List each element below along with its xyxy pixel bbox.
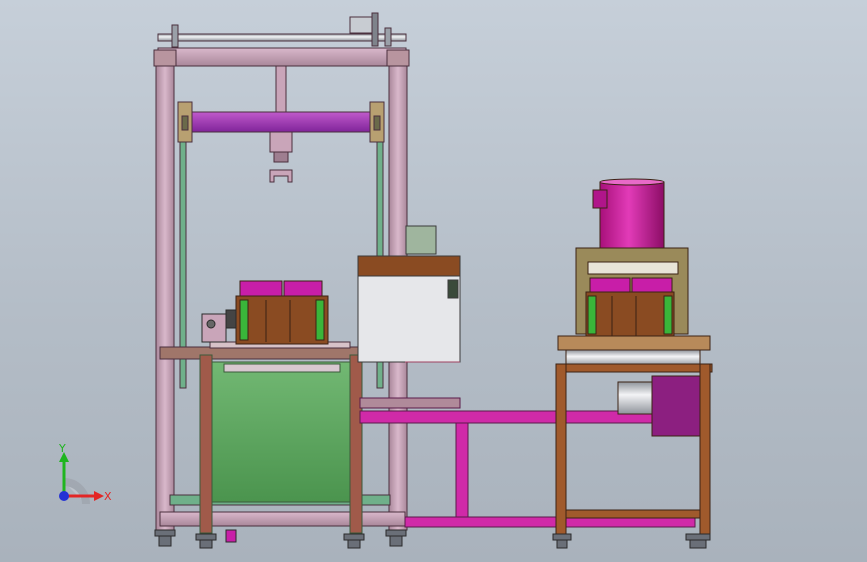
right-deck — [557, 335, 711, 351]
sensor-unit — [201, 309, 237, 343]
left-guide-rail — [179, 107, 187, 389]
motor-cylinder — [599, 181, 665, 249]
right-leg-right — [699, 363, 711, 535]
gripper-body — [269, 131, 293, 153]
gearbox — [651, 375, 701, 437]
mold-block-left — [235, 280, 329, 345]
x-axis-label: X — [104, 490, 112, 503]
bridge-leg — [455, 422, 469, 520]
x-axis-arrow-icon — [94, 491, 104, 501]
conveyor-bridge — [359, 397, 696, 528]
shaft-disc — [371, 12, 379, 47]
bridge-top-rail — [359, 410, 661, 424]
z-axis-dot-icon — [59, 491, 69, 501]
green-panel — [209, 361, 353, 503]
shaft-flange-left — [171, 24, 179, 48]
lift-screw — [275, 65, 287, 119]
left-post — [155, 49, 175, 531]
lower-cabinet — [199, 354, 363, 534]
top-shaft — [157, 33, 407, 42]
right-table-top — [555, 363, 713, 373]
leveling-feet — [154, 529, 711, 549]
lift-beam — [191, 111, 371, 133]
control-box — [357, 225, 461, 363]
mold-block-right — [585, 291, 675, 337]
y-axis-label: Y — [58, 442, 66, 455]
machine-assembly-drawing — [153, 12, 713, 549]
top-crossbeam — [157, 47, 407, 67]
bottom-rail — [159, 511, 406, 527]
shaft-flange-right — [384, 27, 392, 47]
control-box-lid — [357, 255, 461, 277]
right-station — [555, 178, 713, 535]
right-leg-left — [555, 363, 567, 535]
cad-viewport[interactable]: Y X — [0, 0, 867, 562]
axis-triad: Y X — [58, 442, 112, 505]
control-box-body — [357, 275, 461, 363]
gripper-claw — [269, 169, 293, 183]
